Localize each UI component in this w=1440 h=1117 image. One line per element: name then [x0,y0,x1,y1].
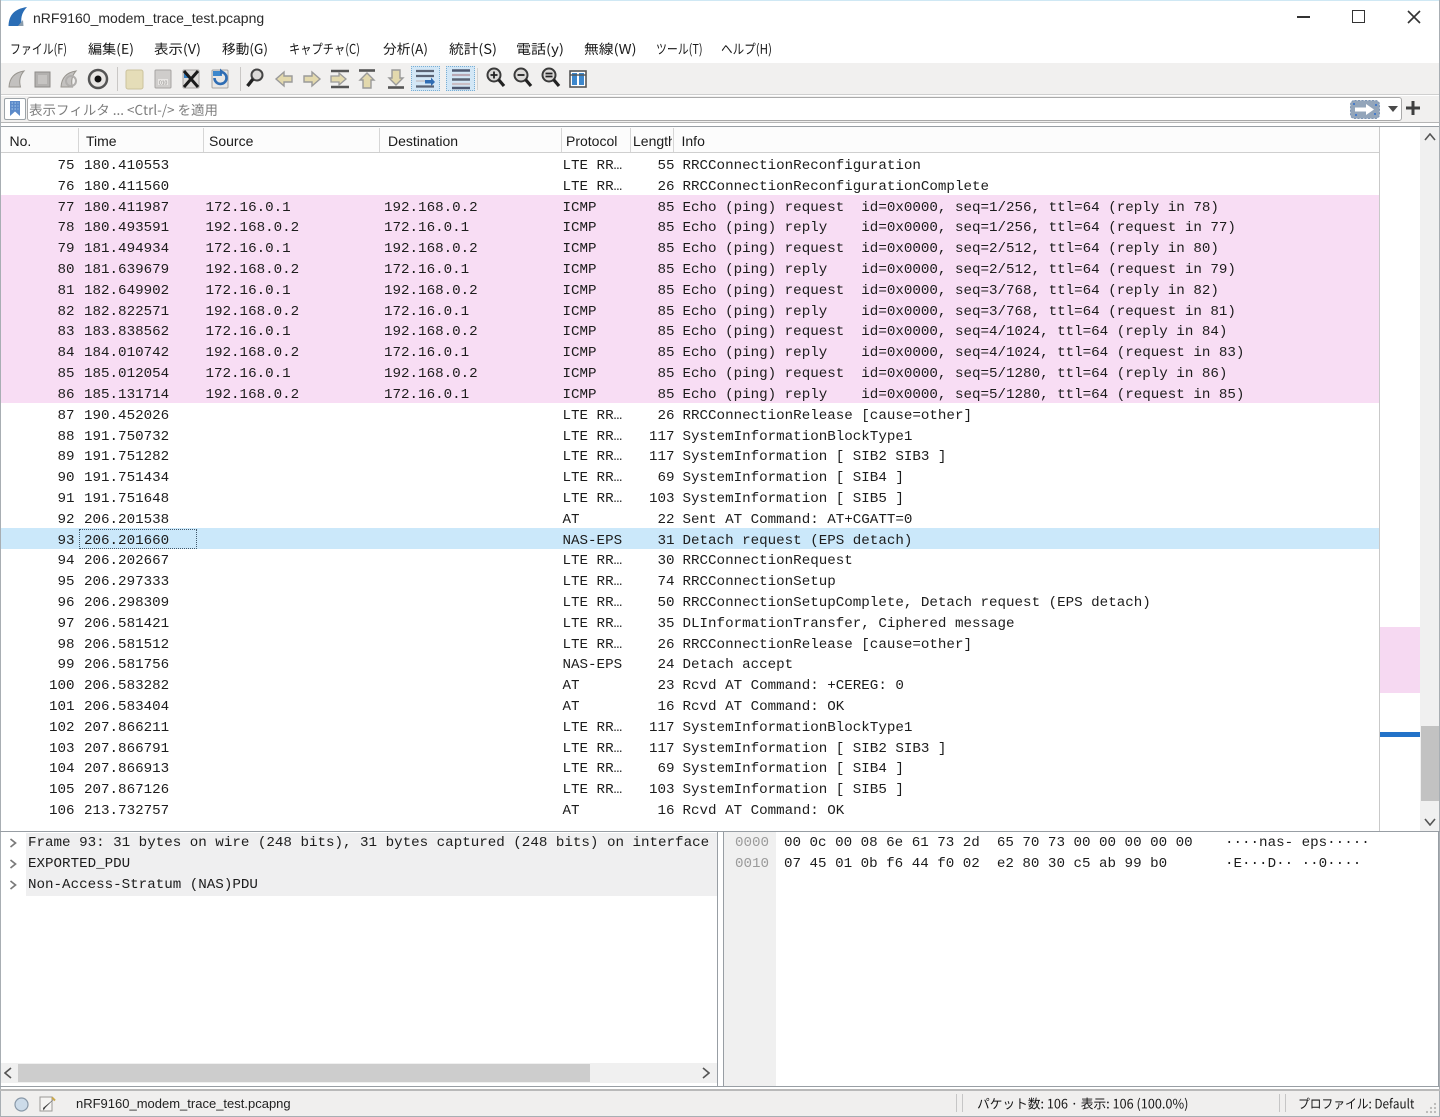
svg-text:010: 010 [159,81,168,87]
